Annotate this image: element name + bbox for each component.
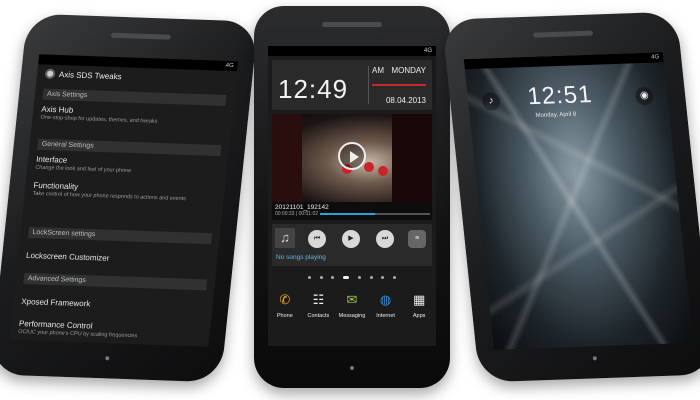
settings-label: Functionality xyxy=(33,180,79,192)
settings-label: Lockscreen Customizer xyxy=(25,250,110,263)
dock-item-contacts[interactable]: ☷ Contacts xyxy=(302,290,334,340)
dock-item-apps[interactable]: ▦ Apps xyxy=(403,290,435,340)
contacts-icon: ☷ xyxy=(312,292,325,307)
video-progress[interactable] xyxy=(320,213,430,215)
settings-label: Axis Hub xyxy=(40,104,74,115)
page-dot[interactable] xyxy=(369,275,373,279)
speaker-grille xyxy=(322,22,382,27)
apps-grid-icon: ▦ xyxy=(413,292,426,307)
settings-item[interactable]: Performance Control OC/UC your phone's CP… xyxy=(18,319,203,342)
settings-label: Xposed Framework xyxy=(20,296,91,309)
lock-time: 12:51 xyxy=(526,80,594,111)
messaging-icon: ✉ xyxy=(346,292,358,307)
settings-sublabel: OC/UC your phone's CPU by scaling freque… xyxy=(17,329,138,340)
page-dot[interactable] xyxy=(357,275,361,279)
settings-item[interactable]: Functionality Take control of how your ph… xyxy=(32,181,217,204)
dock-label: Apps xyxy=(412,313,426,319)
app-title-label: Axis SDS Tweaks xyxy=(58,69,123,81)
music-status: No songs playing xyxy=(276,254,326,261)
status-bar: 4G xyxy=(268,46,436,56)
page-dot[interactable] xyxy=(392,275,396,279)
page-dot[interactable] xyxy=(319,275,323,279)
page-dot[interactable] xyxy=(343,275,350,279)
video-scene xyxy=(272,114,302,202)
video-elapsed: 00:00:33 xyxy=(275,211,295,217)
home-dot xyxy=(105,356,110,361)
speaker-grille xyxy=(110,32,171,40)
settings-section-header: General Settings xyxy=(37,138,222,157)
video-progress-fill xyxy=(320,213,375,215)
settings-sublabel: One-stop-shop for updates, themes, and t… xyxy=(40,114,158,125)
settings-section-header: Axis Settings xyxy=(42,88,227,107)
page-dot[interactable] xyxy=(308,275,311,279)
camera-icon[interactable]: ◉ xyxy=(634,86,655,106)
clock-widget[interactable]: 12:49 AM MONDAY 08.04.2013 xyxy=(272,60,432,110)
phone-icon: ✆ xyxy=(279,292,291,307)
lock-screen: 4G ♪ 12:51 Monday, April 8 ◉ xyxy=(463,52,694,350)
settings-section-header: LockScreen settings xyxy=(28,226,213,245)
video-scene xyxy=(364,162,374,172)
video-info: 20121101_192142 00:00:33 | 00:01:02 xyxy=(272,202,432,220)
video-time-divider: | xyxy=(295,211,298,217)
settings-item[interactable]: Interface Change the look and feel of you… xyxy=(35,155,220,178)
dock-label: Messaging xyxy=(338,313,366,319)
home-dot xyxy=(592,356,598,361)
dock-label: Phone xyxy=(276,313,293,319)
settings-label: Advanced Settings xyxy=(27,275,87,285)
phone-center: 4G 12:49 AM MONDAY 08.04.2013 20121101_1… xyxy=(254,6,450,388)
settings-label: Axis Settings xyxy=(46,90,88,100)
clock-time: 12:49 xyxy=(278,74,349,104)
page-dot[interactable] xyxy=(381,275,385,279)
app-title: Axis SDS Tweaks xyxy=(44,68,123,82)
play-pause-button[interactable]: ▶ xyxy=(342,230,360,248)
clock-day: MONDAY xyxy=(391,66,426,75)
axis-logo-icon xyxy=(44,68,56,79)
settings-sublabel: Take control of how your phone responds … xyxy=(32,190,187,203)
prev-track-button[interactable]: ⏮ xyxy=(308,230,326,248)
playlist-icon[interactable]: ≡ xyxy=(408,230,426,248)
phone-left: 4G Axis SDS Tweaks Axis Settings Axis Hub… xyxy=(0,13,259,383)
dock-label: Internet xyxy=(376,313,395,319)
settings-item[interactable]: Axis Hub One-stop-shop for updates, theme… xyxy=(40,105,225,128)
home-dot xyxy=(350,366,354,370)
settings-label: Interface xyxy=(35,154,68,165)
next-track-button[interactable]: ⏭ xyxy=(376,230,394,248)
dock-label: Contacts xyxy=(307,313,330,319)
lock-date: Monday, April 8 xyxy=(535,111,577,120)
page-dot[interactable] xyxy=(331,275,335,279)
video-widget[interactable] xyxy=(272,114,432,202)
video-scene xyxy=(392,114,432,202)
video-play-button[interactable] xyxy=(338,142,366,170)
clock-accent-line xyxy=(372,84,426,86)
settings-screen: 4G Axis SDS Tweaks Axis Settings Axis Hub… xyxy=(9,54,239,347)
globe-icon: ◍ xyxy=(379,292,392,307)
dock-item-phone[interactable]: ✆ Phone xyxy=(269,290,301,340)
settings-label: LockScreen settings xyxy=(32,228,96,239)
page-indicator xyxy=(308,274,396,280)
music-note-icon[interactable]: ♫ xyxy=(275,228,295,248)
speaker-grille xyxy=(532,30,594,38)
dock-item-internet[interactable]: ◍ Internet xyxy=(370,290,402,340)
settings-item[interactable]: Lockscreen Customizer xyxy=(26,251,210,266)
clock-divider xyxy=(368,66,369,104)
status-bar: 4G xyxy=(463,52,664,70)
phone-right: 4G ♪ 12:51 Monday, April 8 ◉ xyxy=(441,11,700,383)
clock-ampm: AM xyxy=(372,66,384,75)
settings-section-header: Advanced Settings xyxy=(23,272,208,291)
clock-date: 08.04.2013 xyxy=(385,96,426,105)
settings-label: General Settings xyxy=(41,140,94,150)
music-icon[interactable]: ♪ xyxy=(481,92,502,111)
video-scene xyxy=(378,166,388,176)
dock-item-messaging[interactable]: ✉ Messaging xyxy=(336,290,368,340)
settings-sublabel: Change the look and feel of your phone xyxy=(35,164,132,175)
home-screen: 4G 12:49 AM MONDAY 08.04.2013 20121101_1… xyxy=(268,46,436,346)
music-widget: ♫ ⏮ ▶ ⏭ ≡ No songs playing xyxy=(272,224,432,266)
app-dock: ✆ Phone ☷ Contacts ✉ Messaging ◍ Internet ▦ Apps xyxy=(268,290,436,340)
settings-item[interactable]: Xposed Framework xyxy=(21,297,205,312)
video-duration: 00:01:02 xyxy=(298,211,319,217)
video-title: 20121101_192142 xyxy=(275,204,329,211)
